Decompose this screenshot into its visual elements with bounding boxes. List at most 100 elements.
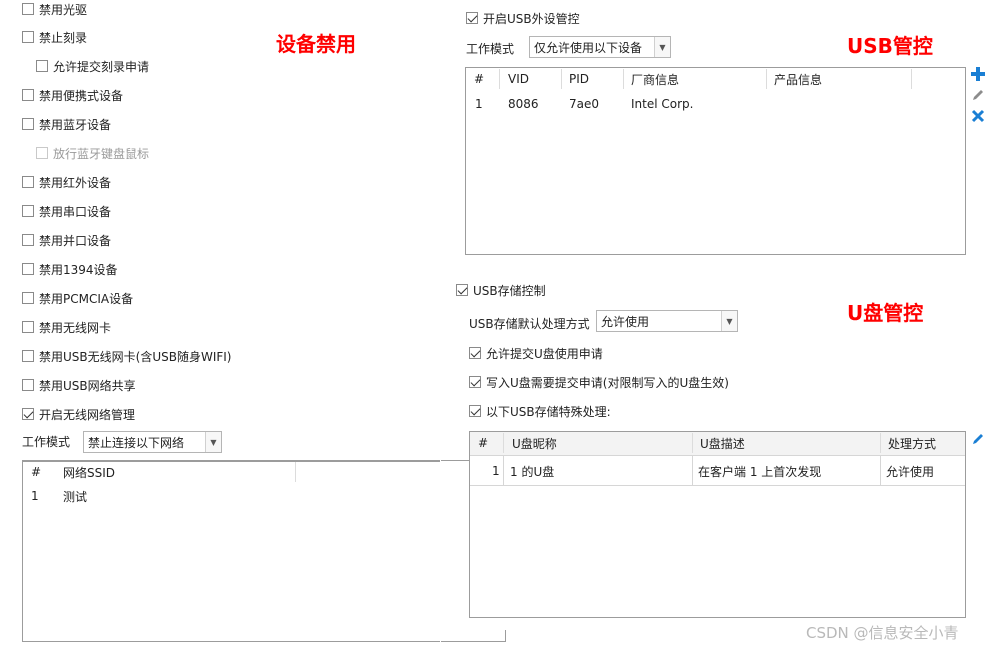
device-option-checkbox[interactable]: 开启无线网络管理 bbox=[22, 405, 135, 423]
storage-row-action[interactable]: 允许使用 bbox=[886, 461, 934, 481]
storage-opt2-checkbox[interactable]: 写入U盘需要提交申请(对限制写入的U盘生效) bbox=[469, 373, 729, 391]
checkbox-icon bbox=[22, 379, 34, 391]
watermark: CSDN @信息安全小青 bbox=[806, 624, 959, 642]
udisk-control-title: U盘管控 bbox=[847, 301, 924, 325]
storage-default-select[interactable]: 允许使用 ▼ bbox=[596, 310, 738, 332]
checkbox-icon bbox=[22, 292, 34, 304]
checkbox-checked-icon bbox=[469, 405, 481, 417]
wifi-row-ssid[interactable]: 测试 bbox=[63, 486, 87, 506]
usb-row-vendor[interactable]: Intel Corp. bbox=[631, 94, 693, 114]
storage-enable-label: USB存储控制 bbox=[473, 283, 546, 298]
device-option-label: 放行蓝牙键盘鼠标 bbox=[53, 146, 150, 161]
device-option-checkbox[interactable]: 禁用无线网卡 bbox=[22, 318, 111, 336]
checkbox-icon bbox=[22, 31, 34, 43]
edit-storage-button[interactable] bbox=[969, 430, 987, 448]
usb-mode-select[interactable]: 仅允许使用以下设备 ▼ bbox=[529, 36, 671, 58]
storage-row-index: 1 bbox=[492, 464, 500, 478]
pencil-icon bbox=[973, 434, 983, 444]
usb-col-vid: VID bbox=[508, 72, 529, 86]
edit-button[interactable] bbox=[969, 86, 987, 104]
device-option-label: 开启无线网络管理 bbox=[39, 407, 136, 422]
device-option-checkbox[interactable]: 禁用光驱 bbox=[22, 0, 87, 18]
checkbox-checked-icon bbox=[469, 376, 481, 388]
checkbox-icon bbox=[22, 89, 34, 101]
wifi-row-index: 1 bbox=[31, 489, 39, 503]
device-option-checkbox[interactable]: 允许提交刻录申请 bbox=[36, 57, 149, 75]
checkbox-icon bbox=[22, 118, 34, 130]
device-option-checkbox[interactable]: 禁用便携式设备 bbox=[22, 86, 123, 104]
add-button[interactable] bbox=[969, 65, 987, 83]
chevron-down-icon: ▼ bbox=[654, 37, 670, 57]
storage-col-desc: U盘描述 bbox=[700, 436, 745, 451]
storage-opt1-checkbox[interactable]: 允许提交U盘使用申请 bbox=[469, 344, 603, 362]
wifi-table: # 网络SSID 1 测试 bbox=[22, 460, 506, 642]
wifi-col-index: # bbox=[31, 465, 42, 479]
device-option-label: 禁用PCMCIA设备 bbox=[39, 291, 134, 306]
storage-default-value: 允许使用 bbox=[601, 314, 650, 329]
checkbox-icon bbox=[22, 176, 34, 188]
device-option-label: 禁用USB网络共享 bbox=[39, 378, 136, 393]
chevron-down-icon: ▼ bbox=[721, 311, 737, 331]
usb-col-product: 产品信息 bbox=[774, 72, 823, 87]
device-option-label: 禁用蓝牙设备 bbox=[39, 117, 112, 132]
device-option-label: 禁用USB无线网卡(含USB随身WIFI) bbox=[39, 349, 232, 364]
delete-button[interactable] bbox=[969, 107, 987, 125]
storage-row-name[interactable]: 1 的U盘 bbox=[510, 461, 554, 481]
device-option-checkbox[interactable]: 禁止刻录 bbox=[22, 28, 87, 46]
checkbox-icon bbox=[36, 147, 48, 159]
usb-control-title: USB管控 bbox=[847, 34, 933, 58]
storage-enable-checkbox[interactable]: USB存储控制 bbox=[456, 281, 546, 299]
usb-row-pid[interactable]: 7ae0 bbox=[569, 94, 599, 114]
device-option-label: 禁用红外设备 bbox=[39, 175, 112, 190]
checkbox-icon bbox=[22, 205, 34, 217]
device-option-checkbox[interactable]: 禁用蓝牙设备 bbox=[22, 115, 111, 133]
device-option-checkbox[interactable]: 禁用红外设备 bbox=[22, 173, 111, 191]
device-option-checkbox[interactable]: 禁用并口设备 bbox=[22, 231, 111, 249]
usb-row-vid[interactable]: 8086 bbox=[508, 94, 539, 114]
wifi-col-ssid: 网络SSID bbox=[63, 465, 116, 480]
device-option-label: 禁用并口设备 bbox=[39, 233, 112, 248]
usb-enable-label: 开启USB外设管控 bbox=[483, 11, 580, 26]
storage-col-name: U盘昵称 bbox=[512, 436, 557, 451]
checkbox-checked-icon bbox=[456, 284, 468, 296]
device-option-checkbox[interactable]: 禁用1394设备 bbox=[22, 260, 118, 278]
checkbox-icon bbox=[22, 263, 34, 275]
storage-opt1-label: 允许提交U盘使用申请 bbox=[486, 346, 603, 361]
device-option-label: 禁用1394设备 bbox=[39, 262, 118, 277]
storage-opt3-label: 以下USB存储特殊处理: bbox=[486, 404, 611, 419]
chevron-down-icon: ▼ bbox=[205, 432, 221, 452]
usb-col-index: # bbox=[474, 72, 485, 86]
device-option-label: 禁用便携式设备 bbox=[39, 88, 124, 103]
device-option-checkbox[interactable]: 禁用串口设备 bbox=[22, 202, 111, 220]
storage-col-index: # bbox=[478, 436, 489, 450]
storage-col-action: 处理方式 bbox=[888, 436, 937, 451]
device-option-checkbox[interactable]: 禁用USB无线网卡(含USB随身WIFI) bbox=[22, 347, 231, 365]
wifi-mode-value: 禁止连接以下网络 bbox=[88, 435, 185, 450]
usb-col-pid: PID bbox=[569, 72, 590, 86]
storage-row-desc[interactable]: 在客户端 1 上首次发现 bbox=[698, 461, 821, 481]
checkbox-icon bbox=[22, 234, 34, 246]
storage-table: # U盘昵称 U盘描述 处理方式 1 1 的U盘 在客户端 1 上首次发现 允许… bbox=[469, 431, 966, 618]
device-option-label: 允许提交刻录申请 bbox=[53, 59, 150, 74]
plus-icon bbox=[971, 67, 985, 81]
storage-opt2-label: 写入U盘需要提交申请(对限制写入的U盘生效) bbox=[486, 375, 729, 390]
checkbox-checked-icon bbox=[22, 408, 34, 420]
device-option-checkbox[interactable]: 禁用PCMCIA设备 bbox=[22, 289, 133, 307]
usb-device-table: # VID PID 厂商信息 产品信息 1 8086 7ae0 Intel Co… bbox=[465, 67, 966, 255]
usb-mode-value: 仅允许使用以下设备 bbox=[534, 40, 643, 55]
device-disable-title: 设备禁用 bbox=[276, 32, 356, 56]
device-option-label: 禁止刻录 bbox=[39, 30, 88, 45]
x-icon bbox=[971, 109, 985, 123]
device-option-checkbox[interactable]: 禁用USB网络共享 bbox=[22, 376, 136, 394]
checkbox-icon bbox=[36, 60, 48, 72]
storage-opt3-checkbox[interactable]: 以下USB存储特殊处理: bbox=[469, 402, 611, 420]
wifi-mode-select[interactable]: 禁止连接以下网络 ▼ bbox=[83, 431, 222, 453]
device-option-checkbox: 放行蓝牙键盘鼠标 bbox=[36, 144, 149, 162]
checkbox-icon bbox=[22, 350, 34, 362]
usb-enable-checkbox[interactable]: 开启USB外设管控 bbox=[466, 9, 580, 27]
device-option-label: 禁用串口设备 bbox=[39, 204, 112, 219]
device-option-label: 禁用光驱 bbox=[39, 2, 88, 17]
usb-row-index: 1 bbox=[475, 97, 483, 111]
usb-col-vendor: 厂商信息 bbox=[631, 72, 680, 87]
wifi-mode-label: 工作模式 bbox=[22, 435, 71, 449]
